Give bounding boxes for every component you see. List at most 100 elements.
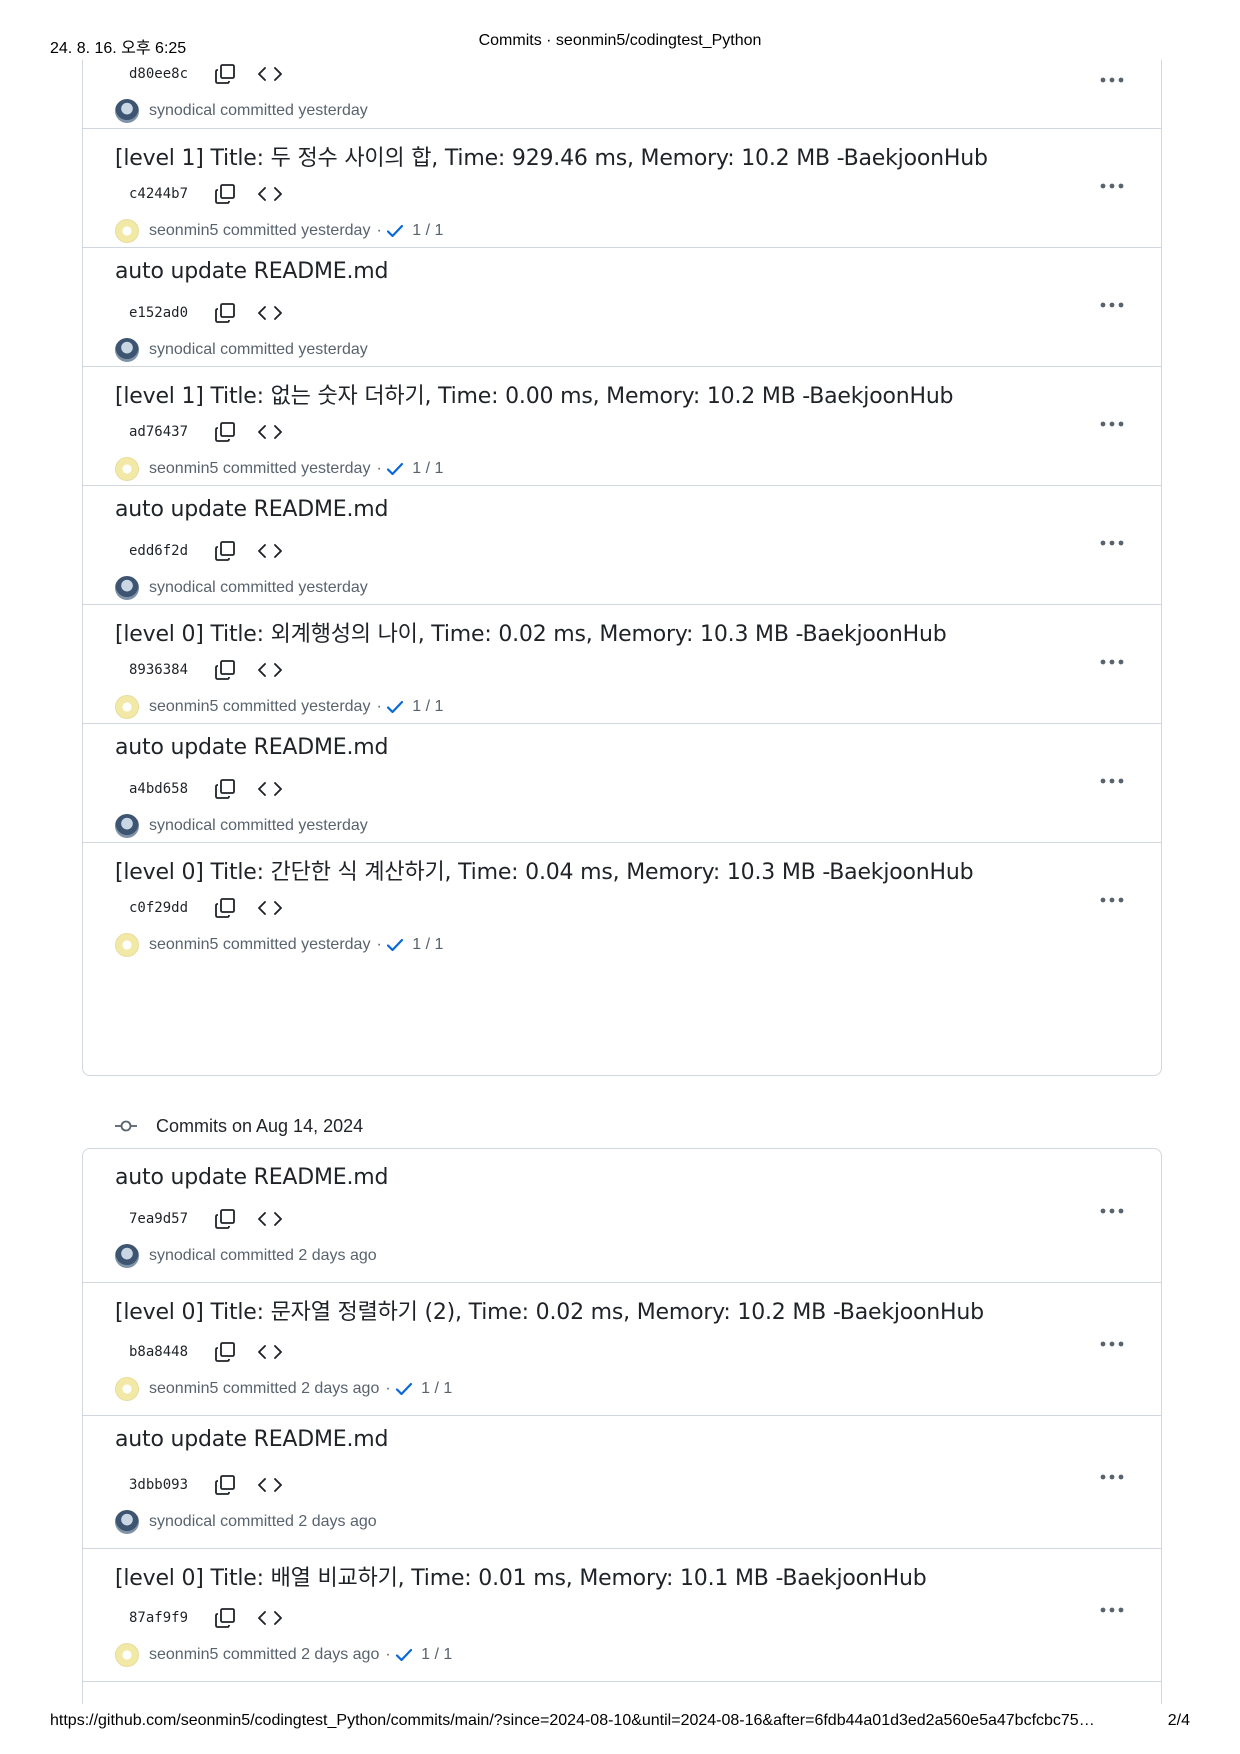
check-icon	[396, 1648, 413, 1662]
commit-sha[interactable]: 8936384	[129, 662, 209, 678]
code-icon[interactable]	[257, 658, 283, 682]
avatar[interactable]	[115, 1377, 139, 1401]
kebab-horizontal-icon[interactable]	[1099, 1473, 1125, 1481]
kebab-horizontal-icon[interactable]	[1099, 301, 1125, 309]
avatar[interactable]	[115, 338, 139, 362]
avatar[interactable]	[115, 457, 139, 481]
commit-group-yesterday: d80ee8c synodical committed yesterday [l…	[82, 60, 1162, 1076]
check-status[interactable]: · 1 / 1	[376, 460, 443, 478]
code-icon[interactable]	[257, 1340, 283, 1364]
avatar[interactable]	[115, 814, 139, 838]
commit-author[interactable]: seonmin5	[149, 222, 218, 240]
check-status[interactable]: · 1 / 1	[385, 1380, 452, 1398]
commit-row: [level 0] Title: 외계행성의 나이, Time: 0.02 ms…	[83, 604, 1161, 724]
commit-row: [level 1] Title: 없는 숫자 더하기, Time: 0.00 m…	[83, 366, 1161, 486]
commit-sha[interactable]: 87af9f9	[129, 1610, 209, 1626]
commit-author[interactable]: synodical	[149, 817, 216, 835]
kebab-horizontal-icon[interactable]	[1099, 1340, 1125, 1348]
check-status[interactable]: · 1 / 1	[376, 698, 443, 716]
kebab-horizontal-icon[interactable]	[1099, 420, 1125, 428]
commit-message[interactable]: [level 0] Title: 문자열 정렬하기 (2), Time: 0.0…	[115, 1294, 984, 1326]
check-count: 1 / 1	[412, 460, 444, 477]
copy-icon[interactable]	[213, 62, 237, 86]
commit-sha[interactable]: ad76437	[129, 424, 209, 440]
kebab-horizontal-icon[interactable]	[1099, 777, 1125, 785]
kebab-horizontal-icon[interactable]	[1099, 76, 1125, 84]
copy-icon[interactable]	[213, 1207, 237, 1231]
kebab-horizontal-icon[interactable]	[1099, 658, 1125, 666]
commit-sha[interactable]: 3dbb093	[129, 1477, 209, 1493]
code-icon[interactable]	[257, 777, 283, 801]
avatar[interactable]	[115, 695, 139, 719]
commit-time: committed yesterday	[222, 222, 371, 239]
copy-icon[interactable]	[213, 1473, 237, 1497]
copy-icon[interactable]	[213, 539, 237, 563]
copy-icon[interactable]	[213, 420, 237, 444]
commit-sha[interactable]: e152ad0	[129, 305, 209, 321]
commit-message[interactable]: [level 0] Title: 간단한 식 계산하기, Time: 0.04 …	[115, 854, 974, 886]
kebab-horizontal-icon[interactable]	[1099, 539, 1125, 547]
commit-message[interactable]: [level 0] Title: 외계행성의 나이, Time: 0.02 ms…	[115, 616, 947, 648]
avatar[interactable]	[115, 1510, 139, 1534]
commit-author[interactable]: seonmin5	[149, 698, 218, 716]
commit-sha[interactable]: a4bd658	[129, 781, 209, 797]
kebab-horizontal-icon[interactable]	[1099, 896, 1125, 904]
avatar[interactable]	[115, 933, 139, 957]
commit-message[interactable]: auto update README.md	[115, 735, 388, 760]
commit-sha[interactable]: edd6f2d	[129, 543, 209, 559]
commit-message[interactable]: auto update README.md	[115, 1165, 388, 1190]
commit-author[interactable]: seonmin5	[149, 1380, 218, 1398]
copy-icon[interactable]	[213, 777, 237, 801]
avatar[interactable]	[115, 576, 139, 600]
commit-time: committed 2 days ago	[222, 1380, 380, 1397]
commit-sha[interactable]: c4244b7	[129, 186, 209, 202]
commit-message[interactable]: auto update README.md	[115, 1427, 388, 1452]
commit-author[interactable]: seonmin5	[149, 460, 218, 478]
check-status[interactable]: · 1 / 1	[376, 936, 443, 954]
code-icon[interactable]	[257, 420, 283, 444]
code-icon[interactable]	[257, 539, 283, 563]
code-icon[interactable]	[257, 1606, 283, 1630]
check-icon	[387, 938, 404, 952]
code-icon[interactable]	[257, 62, 283, 86]
commit-author[interactable]: synodical	[149, 579, 216, 597]
commit-group-aug-14: auto update README.md 7ea9d57 synodical …	[82, 1148, 1162, 1704]
kebab-horizontal-icon[interactable]	[1099, 1606, 1125, 1614]
code-icon[interactable]	[257, 896, 283, 920]
commit-sha[interactable]: b8a8448	[129, 1344, 209, 1360]
check-status[interactable]: · 1 / 1	[385, 1646, 452, 1664]
kebab-horizontal-icon[interactable]	[1099, 1207, 1125, 1215]
avatar[interactable]	[115, 219, 139, 243]
commit-row: [level 1] Title: 두 정수 사이의 합, Time: 929.4…	[83, 128, 1161, 248]
copy-icon[interactable]	[213, 658, 237, 682]
copy-icon[interactable]	[213, 1606, 237, 1630]
commit-sha[interactable]: c0f29dd	[129, 900, 209, 916]
commit-author[interactable]: seonmin5	[149, 1646, 218, 1664]
kebab-horizontal-icon[interactable]	[1099, 182, 1125, 190]
commit-time: committed yesterday	[222, 936, 371, 953]
commit-author[interactable]: synodical	[149, 102, 216, 120]
commit-message[interactable]: auto update README.md	[115, 497, 388, 522]
commit-sha[interactable]: 7ea9d57	[129, 1211, 209, 1227]
copy-icon[interactable]	[213, 182, 237, 206]
copy-icon[interactable]	[213, 301, 237, 325]
commit-author[interactable]: synodical	[149, 1247, 216, 1265]
avatar[interactable]	[115, 1244, 139, 1268]
avatar[interactable]	[115, 99, 139, 123]
code-icon[interactable]	[257, 1473, 283, 1497]
commit-author[interactable]: seonmin5	[149, 936, 218, 954]
code-icon[interactable]	[257, 182, 283, 206]
commit-author[interactable]: synodical	[149, 341, 216, 359]
commit-message[interactable]: [level 0] Title: 배열 비교하기, Time: 0.01 ms,…	[115, 1560, 927, 1592]
commit-message[interactable]: [level 1] Title: 두 정수 사이의 합, Time: 929.4…	[115, 140, 988, 172]
copy-icon[interactable]	[213, 1340, 237, 1364]
commit-sha[interactable]: d80ee8c	[129, 66, 209, 82]
code-icon[interactable]	[257, 301, 283, 325]
check-status[interactable]: · 1 / 1	[376, 222, 443, 240]
copy-icon[interactable]	[213, 896, 237, 920]
commit-author[interactable]: synodical	[149, 1513, 216, 1531]
commit-message[interactable]: [level 1] Title: 없는 숫자 더하기, Time: 0.00 m…	[115, 378, 954, 410]
avatar[interactable]	[115, 1643, 139, 1667]
commit-message[interactable]: auto update README.md	[115, 259, 388, 284]
code-icon[interactable]	[257, 1207, 283, 1231]
